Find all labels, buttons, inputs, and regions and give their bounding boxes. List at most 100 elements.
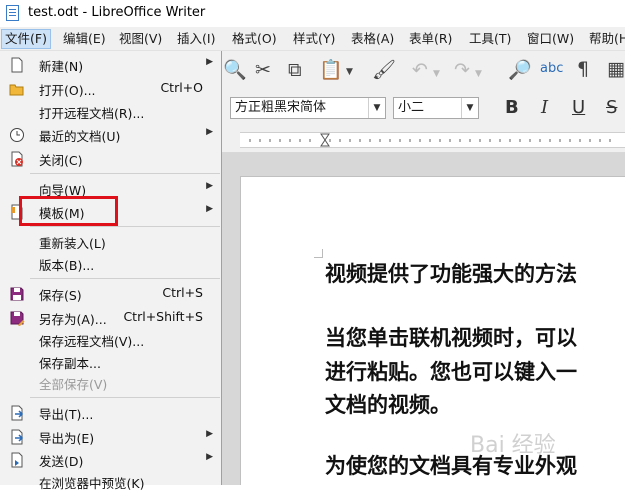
chevron-down-icon[interactable]: ▼ xyxy=(461,98,478,118)
save-icon xyxy=(10,287,24,301)
print-preview-icon[interactable]: 🔍 xyxy=(223,60,247,80)
document-paragraph[interactable]: 文档的视频。 xyxy=(325,393,451,417)
menu-insert[interactable]: 插入(I) xyxy=(174,30,218,48)
formatting-toolbar: 方正粗黑宋简体 ▼ 小二 ▼ B I U S xyxy=(222,91,625,127)
menu-item-save-remote[interactable]: 保存远程文档(V)... xyxy=(0,328,221,351)
font-size-value: 小二 xyxy=(398,100,425,115)
title-bar: test.odt - LibreOffice Writer xyxy=(0,0,625,27)
menu-item-open[interactable]: 打开(O)... Ctrl+O xyxy=(0,77,221,100)
menu-item-send[interactable]: 发送(D) ▶ xyxy=(0,448,221,471)
menu-item-reload[interactable]: 重新装入(L) xyxy=(0,230,221,253)
bold-button[interactable]: B xyxy=(505,98,519,118)
font-name-combo[interactable]: 方正粗黑宋简体 ▼ xyxy=(230,97,386,119)
menu-item-recent-documents[interactable]: 最近的文档(U) ▶ xyxy=(0,123,221,146)
clone-formatting-icon[interactable]: 🖌 xyxy=(372,60,396,80)
menu-item-label: 全部保存(V) xyxy=(39,377,108,392)
underline-button[interactable]: U xyxy=(572,98,585,118)
menu-item-versions[interactable]: 版本(B)... xyxy=(0,252,221,275)
menu-format[interactable]: 格式(O) xyxy=(229,30,280,48)
paste-dropdown-icon[interactable]: ▼ xyxy=(346,62,353,82)
export-icon xyxy=(11,405,24,421)
menu-item-label: 导出(T)... xyxy=(39,407,94,422)
undo-icon[interactable]: ↶ xyxy=(412,60,428,80)
menu-item-label: 新建(N) xyxy=(39,59,84,74)
menu-item-close[interactable]: 关闭(C) xyxy=(0,147,221,170)
menu-item-save[interactable]: 保存(S) Ctrl+S xyxy=(0,282,221,305)
strikethrough-button[interactable]: S xyxy=(606,98,617,118)
menu-form[interactable]: 表单(R) xyxy=(406,30,455,48)
chevron-down-icon[interactable]: ▼ xyxy=(368,98,385,118)
menu-item-label: 打开远程文档(R)... xyxy=(39,106,145,121)
menu-item-export-as[interactable]: 导出为(E) ▶ xyxy=(0,425,221,448)
submenu-arrow-icon: ▶ xyxy=(206,127,213,137)
save-as-icon xyxy=(10,311,25,326)
watermark: Bai 经验 xyxy=(470,433,556,458)
menu-file[interactable]: 文件(F) xyxy=(1,29,51,49)
menu-item-preview-in-browser[interactable]: 在浏览器中预览(K) xyxy=(0,470,221,493)
new-document-icon xyxy=(11,57,23,73)
export-as-icon xyxy=(11,429,24,445)
document-paragraph[interactable]: 当您单击联机视频时，可以 xyxy=(325,326,577,350)
horizontal-ruler[interactable] xyxy=(222,127,625,153)
menu-item-label: 另存为(A)... xyxy=(39,312,107,327)
menu-window[interactable]: 窗口(W) xyxy=(524,30,577,48)
font-name-value: 方正粗黑宋简体 xyxy=(235,100,327,115)
ruler-scale xyxy=(240,132,625,148)
menu-item-save-copy[interactable]: 保存副本... xyxy=(0,350,221,373)
cut-icon[interactable]: ✂ xyxy=(255,60,271,80)
menu-edit[interactable]: 编辑(E) xyxy=(60,30,109,48)
menu-item-label: 在浏览器中预览(K) xyxy=(39,476,145,491)
document-paragraph[interactable]: 进行粘贴。您也可以键入一 xyxy=(325,360,577,384)
font-size-combo[interactable]: 小二 ▼ xyxy=(393,97,479,119)
menu-item-label: 保存副本... xyxy=(39,356,101,371)
menu-separator xyxy=(30,173,220,174)
italic-button[interactable]: I xyxy=(541,98,548,118)
menu-item-save-all[interactable]: 全部保存(V) xyxy=(0,371,221,394)
find-replace-icon[interactable]: 🔎 xyxy=(508,60,532,80)
menu-separator xyxy=(30,226,220,227)
menu-item-label: 发送(D) xyxy=(39,454,84,469)
redo-icon[interactable]: ↷ xyxy=(454,60,470,80)
menu-item-label: 关闭(C) xyxy=(39,153,83,168)
menu-item-label: 导出为(E) xyxy=(39,431,95,446)
menu-item-new[interactable]: 新建(N) ▶ xyxy=(0,53,221,76)
menu-bar: 文件(F) 编辑(E) 视图(V) 插入(I) 格式(O) 样式(Y) 表格(A… xyxy=(0,27,625,51)
menu-separator xyxy=(30,397,220,398)
menu-tools[interactable]: 工具(T) xyxy=(466,30,514,48)
submenu-arrow-icon: ▶ xyxy=(206,429,213,439)
highlight-box xyxy=(19,196,118,226)
spelling-icon[interactable]: abc xyxy=(540,59,563,79)
menu-item-shortcut: Ctrl+Shift+S xyxy=(123,309,203,324)
writer-document-icon xyxy=(6,5,19,21)
menu-item-label: 重新装入(L) xyxy=(39,236,106,251)
menu-help[interactable]: 帮助(H) xyxy=(586,30,625,48)
undo-dropdown-icon[interactable]: ▼ xyxy=(433,64,440,84)
text-boundary-corner xyxy=(314,249,323,258)
document-paragraph[interactable]: 视频提供了功能强大的方法 xyxy=(325,262,577,286)
submenu-arrow-icon: ▶ xyxy=(206,204,213,214)
insert-table-icon[interactable]: ▦ xyxy=(607,59,625,79)
menu-item-export[interactable]: 导出(T)... xyxy=(0,401,221,424)
send-icon xyxy=(11,452,23,468)
menu-view[interactable]: 视图(V) xyxy=(116,30,165,48)
ruler-ticks xyxy=(249,133,611,147)
submenu-arrow-icon: ▶ xyxy=(206,181,213,191)
menu-item-label: 打开(O)... xyxy=(39,83,96,98)
redo-dropdown-icon[interactable]: ▼ xyxy=(475,64,482,84)
menu-item-save-as[interactable]: 另存为(A)... Ctrl+Shift+S xyxy=(0,306,221,329)
menu-item-shortcut: Ctrl+S xyxy=(162,285,203,300)
window-title: test.odt - LibreOffice Writer xyxy=(28,5,206,20)
menu-item-open-remote[interactable]: 打开远程文档(R)... xyxy=(0,100,221,123)
file-menu-dropdown: 新建(N) ▶ 打开(O)... Ctrl+O 打开远程文档(R)... 最近的… xyxy=(0,51,222,491)
formatting-marks-icon[interactable]: ¶ xyxy=(577,59,589,79)
open-folder-icon xyxy=(9,84,24,96)
menu-styles[interactable]: 样式(Y) xyxy=(290,30,338,48)
close-document-icon xyxy=(11,151,23,167)
submenu-arrow-icon: ▶ xyxy=(206,452,213,462)
paste-icon[interactable]: 📋 xyxy=(319,60,343,80)
menu-table[interactable]: 表格(A) xyxy=(348,30,397,48)
menu-item-label: 最近的文档(U) xyxy=(39,129,121,144)
recent-clock-icon xyxy=(10,128,24,142)
copy-icon[interactable]: ⧉ xyxy=(288,60,302,80)
menu-separator xyxy=(30,278,220,279)
